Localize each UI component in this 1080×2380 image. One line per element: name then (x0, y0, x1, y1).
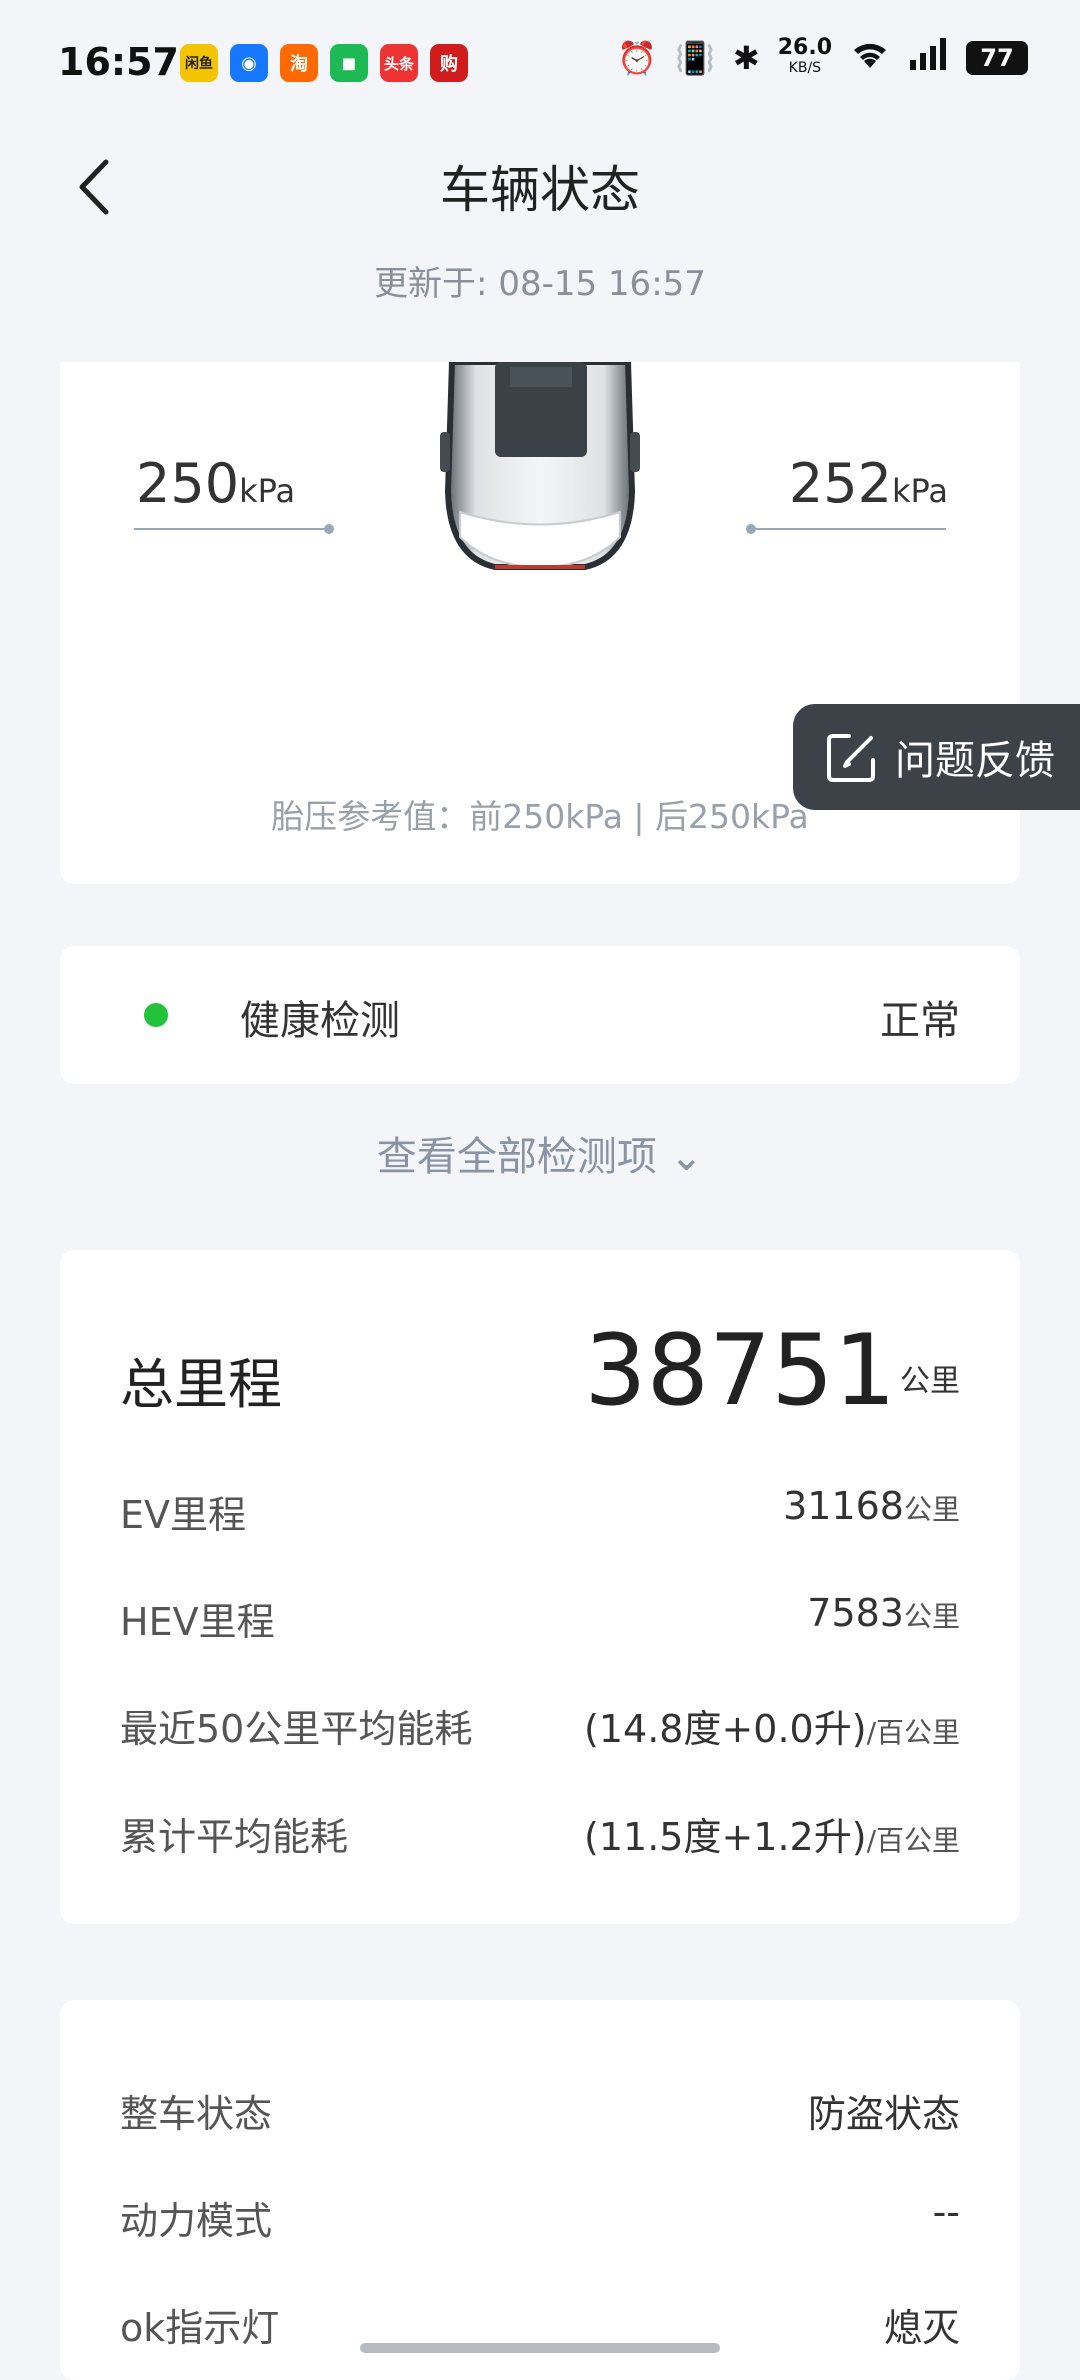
cellular-signal-icon (908, 38, 948, 78)
notification-app-icons: 闲鱼 ◉ 淘 ◼ 头条 购 (180, 44, 468, 82)
home-indicator-bar[interactable] (360, 2343, 720, 2353)
mileage-row-value: (11.5度+1.2升)/百公里 (584, 1815, 960, 1859)
mileage-row-value: (14.8度+0.0升)/百公里 (584, 1707, 960, 1751)
mileage-card: 总里程 38751 公里 EV里程 31168公里 HEV里程 7583公里 最… (60, 1250, 1020, 1924)
tire-pressure-unit: kPa (239, 472, 296, 510)
tire-indicator-line (746, 524, 946, 534)
feedback-label: 问题反馈 (895, 738, 1055, 784)
app-icon: 淘 (280, 44, 318, 82)
mileage-row: 最近50公里平均能耗 (14.8度+0.0升)/百公里 (120, 1698, 960, 1753)
state-row-value: -- (932, 2190, 960, 2234)
app-icon: 闲鱼 (180, 44, 218, 82)
mileage-row-value: 7583公里 (807, 1591, 960, 1635)
status-indicators: ⏰ 📳 ✱ 26.0 KB/S 77 (617, 35, 1028, 78)
mileage-row-label: 最近50公里平均能耗 (120, 1707, 473, 1751)
health-check-label: 健康检测 (240, 998, 400, 1044)
page-title: 车辆状态 (440, 161, 640, 219)
car-top-view-image (440, 362, 640, 570)
state-row-value: 防盗状态 (807, 2092, 960, 2136)
state-row: 动力模式 -- (120, 2190, 960, 2245)
status-bar: 16:57 闲鱼 ◉ 淘 ◼ 头条 购 ⏰ 📳 ✱ 26.0 KB/S 77 (0, 0, 1080, 130)
health-status-dot (144, 1003, 168, 1027)
tire-pressure-left: 250kPa (136, 452, 295, 515)
health-check-card[interactable]: 健康检测 正常 (60, 946, 1020, 1084)
app-icon: ◼ (330, 44, 368, 82)
state-row-label: 整车状态 (120, 2092, 273, 2136)
total-mileage-unit: 公里 (900, 1364, 960, 1399)
edit-icon (827, 734, 875, 782)
tire-indicator-line (134, 524, 334, 534)
tire-pressure-left-value: 250 (136, 452, 240, 515)
mileage-row: 累计平均能耗 (11.5度+1.2升)/百公里 (120, 1806, 960, 1861)
network-speed: 26.0 KB/S (777, 35, 832, 78)
total-mileage-label: 总里程 (120, 1353, 282, 1416)
tire-pressure-unit: kPa (892, 472, 948, 510)
update-time: 更新于: 08-15 16:57 (374, 264, 706, 304)
app-icon: 头条 (380, 44, 418, 82)
state-row-label: ok指示灯 (120, 2306, 280, 2350)
wifi-icon (850, 38, 890, 78)
bluetooth-icon: ✱ (732, 39, 760, 77)
tire-pressure-right: 252kPa (789, 452, 948, 515)
view-all-checks-link[interactable]: 查看全部检测项 ⌄ (0, 1124, 1080, 1182)
app-icon: 购 (430, 44, 468, 82)
network-speed-value: 26.0 (777, 35, 832, 60)
mileage-row-value: 31168公里 (783, 1484, 960, 1528)
state-row-label: 动力模式 (120, 2199, 273, 2243)
mileage-row-label: 累计平均能耗 (120, 1815, 349, 1859)
tire-pressure-right-value: 252 (788, 452, 892, 515)
feedback-button[interactable]: 问题反馈 (793, 704, 1080, 810)
mileage-row-label: HEV里程 (120, 1600, 275, 1644)
mileage-row: EV里程 31168公里 (120, 1484, 960, 1539)
state-row: 整车状态 防盗状态 (120, 2083, 960, 2138)
mileage-row: HEV里程 7583公里 (120, 1591, 960, 1646)
health-check-status: 正常 (880, 998, 960, 1044)
vehicle-state-card: 整车状态 防盗状态 动力模式 -- ok指示灯 熄灭 (60, 2000, 1020, 2380)
mileage-row-label: EV里程 (120, 1493, 247, 1537)
total-mileage-value: 38751 (584, 1314, 896, 1428)
status-time: 16:57 (58, 40, 179, 84)
network-speed-unit: KB/S (788, 60, 822, 76)
state-row-value: 熄灭 (883, 2306, 960, 2350)
battery-indicator: 77 (966, 41, 1028, 75)
app-icon: ◉ (230, 44, 268, 82)
vibrate-icon: 📳 (675, 39, 715, 77)
alarm-icon: ⏰ (617, 39, 658, 77)
